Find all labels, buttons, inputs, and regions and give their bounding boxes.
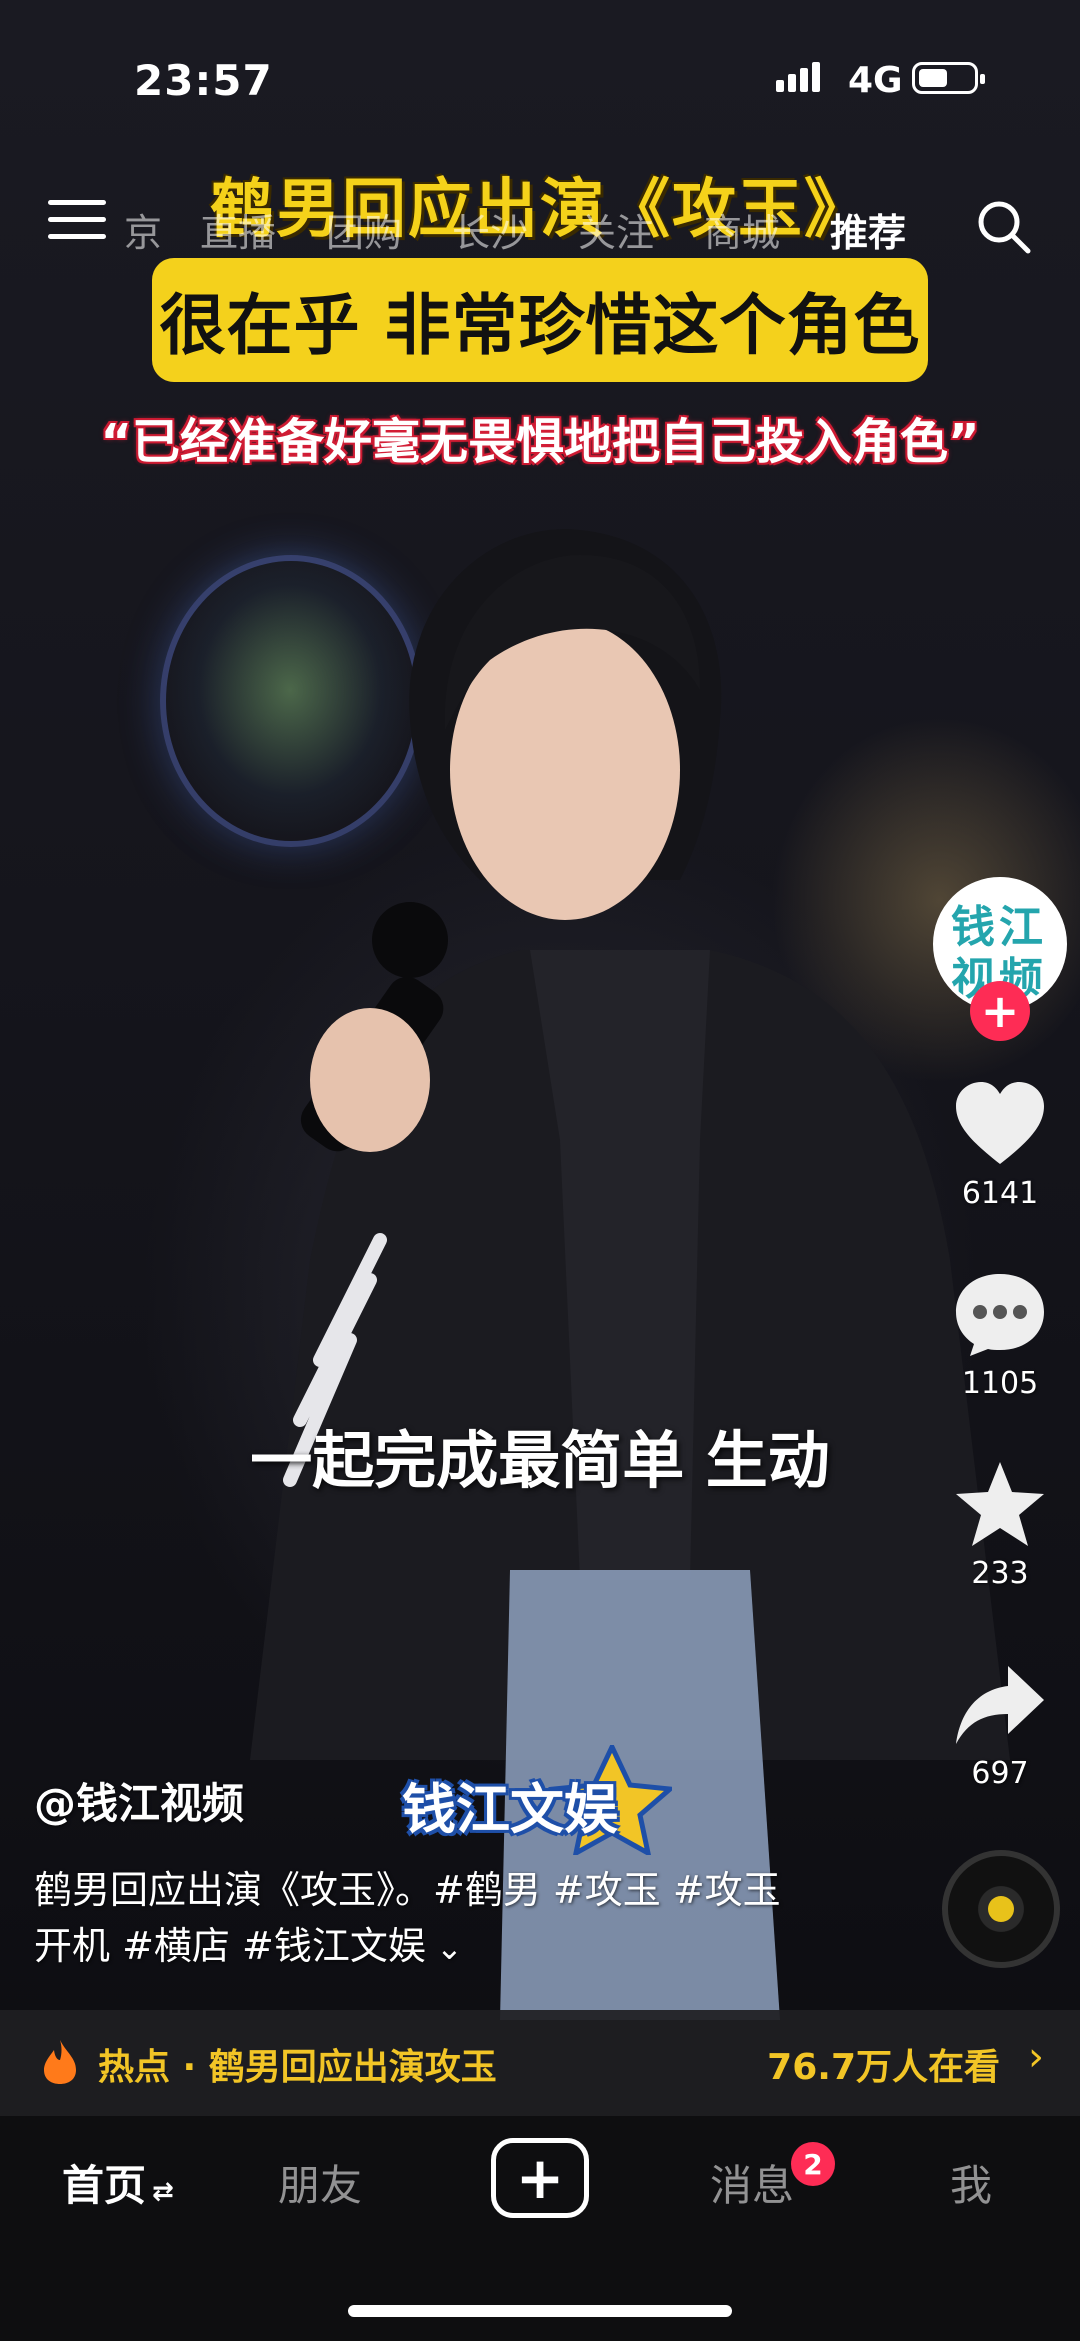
- video-description[interactable]: 鹤男回应出演《攻玉》。#鹤男 #攻玉 #攻玉 开机 #横店 #钱江文娱 ⌄: [34, 1862, 854, 1976]
- network-type: 4G: [848, 60, 903, 101]
- messages-badge: 2: [791, 2142, 835, 2186]
- description-line-1: 鹤男回应出演《攻玉》。#鹤男 #攻玉 #攻玉: [34, 1868, 781, 1912]
- favorite-button[interactable]: 233: [940, 1460, 1060, 1591]
- video-subtitle: 一起完成最简单 生动: [250, 1424, 830, 1497]
- video-quote: “已经准备好毫无畏惧地把自己投入角色”: [100, 414, 980, 470]
- hot-viewers-count: 76.7万人在看: [767, 2047, 1000, 2088]
- like-count: 6141: [961, 1176, 1039, 1211]
- share-arrow-icon: [956, 1666, 1044, 1744]
- tab-me[interactable]: 我: [950, 2152, 992, 2213]
- watermark-text: 钱江文娱: [402, 1778, 618, 1841]
- tab-home-label: 首页: [62, 2161, 147, 2210]
- video-banner-text: 很在乎 非常珍惜这个角色: [159, 287, 921, 364]
- video-banner: 很在乎 非常珍惜这个角色: [152, 258, 928, 382]
- search-icon[interactable]: [975, 198, 1033, 256]
- follow-plus-button[interactable]: +: [970, 981, 1030, 1041]
- top-navigation: 京 直播 团购 长沙 关注 商城 推荐: [0, 190, 1080, 279]
- comment-icon: [956, 1274, 1044, 1356]
- tab-following[interactable]: 关注: [578, 202, 654, 257]
- battery-icon: [912, 62, 985, 94]
- heart-icon: [956, 1082, 1044, 1164]
- tab-jing[interactable]: 京: [124, 202, 162, 257]
- music-disc-icon[interactable]: [942, 1850, 1060, 1968]
- swap-icon: ⇄: [152, 2177, 174, 2207]
- hot-topic-bar[interactable]: 热点 · 鹤男回应出演攻玉 76.7万人在看 ›: [0, 2010, 1080, 2116]
- tab-changsha[interactable]: 长沙: [452, 202, 528, 257]
- description-line-2: 开机 #横店 #钱江文娱: [34, 1924, 426, 1968]
- comment-button[interactable]: 1105: [940, 1270, 1060, 1401]
- tab-recommend[interactable]: 推荐: [830, 202, 906, 257]
- tab-mall[interactable]: 商城: [704, 202, 780, 257]
- cellular-signal-icon: [776, 62, 824, 92]
- chevron-right-icon: ›: [1028, 2034, 1044, 2080]
- share-button[interactable]: 697: [940, 1660, 1060, 1791]
- chevron-down-icon[interactable]: ⌄: [426, 1929, 463, 1967]
- share-count: 697: [971, 1756, 1029, 1791]
- flame-icon: [44, 2040, 76, 2084]
- menu-icon[interactable]: [48, 200, 106, 244]
- status-bar: 23:57 4G: [0, 0, 1080, 150]
- tab-group-buy[interactable]: 团购: [326, 202, 402, 257]
- home-indicator[interactable]: [348, 2305, 732, 2317]
- like-button[interactable]: 6141: [940, 1080, 1060, 1211]
- star-favorite-icon: [956, 1462, 1044, 1546]
- hot-topic-label: 热点 · 鹤男回应出演攻玉: [98, 2047, 497, 2088]
- tab-home[interactable]: 首页 ⇄: [62, 2152, 174, 2213]
- author-name[interactable]: @钱江视频: [34, 1770, 244, 1831]
- tab-messages[interactable]: 消息: [710, 2152, 794, 2213]
- comment-count: 1105: [961, 1366, 1039, 1401]
- watermark-logo: 钱江文娱: [402, 1745, 672, 1855]
- favorite-count: 233: [971, 1556, 1029, 1591]
- status-time: 23:57: [134, 56, 273, 105]
- tab-friends[interactable]: 朋友: [278, 2152, 362, 2213]
- tab-live[interactable]: 直播: [200, 202, 276, 257]
- create-post-button[interactable]: +: [491, 2138, 589, 2218]
